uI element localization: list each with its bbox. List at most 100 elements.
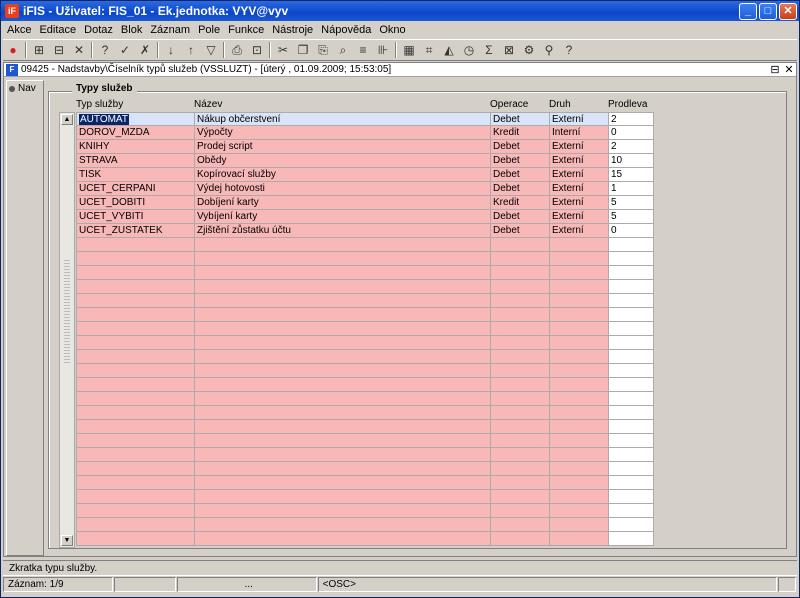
cell-delay[interactable]: 1 xyxy=(608,182,654,196)
cell-delay[interactable] xyxy=(608,308,654,322)
scroll-thumb[interactable] xyxy=(64,260,70,364)
cell-delay[interactable] xyxy=(608,280,654,294)
cell-type[interactable]: UCET_DOBITI xyxy=(76,196,195,210)
cell-operation[interactable]: Debet xyxy=(490,154,550,168)
cell-name[interactable]: Dobíjení karty xyxy=(194,196,491,210)
cell-operation[interactable] xyxy=(490,336,550,350)
help-icon[interactable]: ? xyxy=(559,41,579,59)
scroll-down-icon[interactable]: ▼ xyxy=(61,535,73,546)
nav-tab[interactable]: Nav xyxy=(7,81,43,96)
sort-asc-icon[interactable]: ↓ xyxy=(161,41,181,59)
cell-delay[interactable] xyxy=(608,364,654,378)
cell-type[interactable]: TISK xyxy=(76,168,195,182)
cell-delay[interactable] xyxy=(608,378,654,392)
menu-item-6[interactable]: Funkce xyxy=(224,24,268,36)
cell-kind[interactable] xyxy=(549,504,609,518)
menu-item-8[interactable]: Nápověda xyxy=(317,24,375,36)
cell-name[interactable]: Zjištění zůstatku účtu xyxy=(194,224,491,238)
cell-kind[interactable]: Externí xyxy=(549,154,609,168)
cell-name[interactable] xyxy=(194,336,491,350)
table-row[interactable] xyxy=(76,238,654,252)
cell-kind[interactable] xyxy=(549,448,609,462)
excel-icon[interactable]: ⊠ xyxy=(499,41,519,59)
table-row[interactable] xyxy=(76,308,654,322)
cell-operation[interactable] xyxy=(490,322,550,336)
cell-type[interactable] xyxy=(76,448,195,462)
cell-operation[interactable] xyxy=(490,378,550,392)
cell-delay[interactable] xyxy=(608,336,654,350)
menu-item-4[interactable]: Záznam xyxy=(146,24,194,36)
cell-name[interactable] xyxy=(194,238,491,252)
table-row[interactable] xyxy=(76,406,654,420)
cell-type[interactable]: UCET_VYBITI xyxy=(76,210,195,224)
copy-icon[interactable]: ❐ xyxy=(293,41,313,59)
minimize-button[interactable]: _ xyxy=(739,2,757,20)
cell-delay[interactable]: 2 xyxy=(608,140,654,154)
cell-kind[interactable]: Externí xyxy=(549,168,609,182)
cell-operation[interactable] xyxy=(490,462,550,476)
cell-delay[interactable]: 0 xyxy=(608,126,654,140)
cell-operation[interactable] xyxy=(490,406,550,420)
cell-kind[interactable] xyxy=(549,532,609,546)
cell-delay[interactable] xyxy=(608,518,654,532)
cell-delay[interactable] xyxy=(608,294,654,308)
table-row[interactable] xyxy=(76,294,654,308)
cell-delay[interactable] xyxy=(608,238,654,252)
delete-record-icon[interactable]: ✕ xyxy=(69,41,89,59)
table-row[interactable]: AUTOMAT Nákup občerstvení Debet Externí 2 xyxy=(76,112,654,126)
table-row[interactable] xyxy=(76,252,654,266)
cell-operation[interactable] xyxy=(490,238,550,252)
cell-delay[interactable] xyxy=(608,322,654,336)
cell-type[interactable] xyxy=(76,532,195,546)
cell-delay[interactable]: 0 xyxy=(608,224,654,238)
table-row[interactable] xyxy=(76,392,654,406)
cell-kind[interactable] xyxy=(549,266,609,280)
cell-type[interactable]: UCET_CERPANI xyxy=(76,182,195,196)
cell-name[interactable] xyxy=(194,532,491,546)
cell-operation[interactable]: Debet xyxy=(490,168,550,182)
table-row[interactable] xyxy=(76,448,654,462)
form-close-button[interactable]: ✕ xyxy=(782,63,796,76)
cell-name[interactable] xyxy=(194,420,491,434)
columns-icon[interactable]: ⊪ xyxy=(373,41,393,59)
cell-delay[interactable] xyxy=(608,420,654,434)
cell-name[interactable] xyxy=(194,364,491,378)
table-row[interactable]: TISK Kopírovací služby Debet Externí 15 xyxy=(76,168,654,182)
cell-kind[interactable] xyxy=(549,434,609,448)
cell-type[interactable] xyxy=(76,294,195,308)
table-row[interactable] xyxy=(76,336,654,350)
cell-kind[interactable]: Interní xyxy=(549,126,609,140)
menu-item-9[interactable]: Okno xyxy=(375,24,409,36)
table-row[interactable] xyxy=(76,322,654,336)
cell-operation[interactable] xyxy=(490,434,550,448)
cell-kind[interactable]: Externí xyxy=(549,196,609,210)
save-icon[interactable]: ⊟ xyxy=(49,41,69,59)
table-row[interactable] xyxy=(76,266,654,280)
cell-kind[interactable] xyxy=(549,406,609,420)
cell-name[interactable]: Výdej hotovosti xyxy=(194,182,491,196)
cell-name[interactable] xyxy=(194,434,491,448)
cell-type[interactable]: DOROV_MZDA xyxy=(76,126,195,140)
cell-name[interactable] xyxy=(194,308,491,322)
cell-type[interactable] xyxy=(76,266,195,280)
cell-kind[interactable] xyxy=(549,322,609,336)
cell-delay[interactable] xyxy=(608,490,654,504)
tree-icon[interactable]: ⌗ xyxy=(419,41,439,59)
cell-name[interactable]: Vybíjení karty xyxy=(194,210,491,224)
cell-name[interactable] xyxy=(194,378,491,392)
cell-operation[interactable]: Kredit xyxy=(490,126,550,140)
cell-name[interactable] xyxy=(194,504,491,518)
users-icon[interactable]: ⚲ xyxy=(539,41,559,59)
cell-operation[interactable] xyxy=(490,476,550,490)
table-row[interactable]: UCET_ZUSTATEK Zjištění zůstatku účtu Debet… xyxy=(76,224,654,238)
cell-type[interactable]: AUTOMAT xyxy=(76,112,195,126)
cell-kind[interactable]: Externí xyxy=(549,224,609,238)
cell-type[interactable] xyxy=(76,322,195,336)
menu-item-7[interactable]: Nástroje xyxy=(268,24,317,36)
cell-name[interactable] xyxy=(194,252,491,266)
cell-type[interactable] xyxy=(76,350,195,364)
menu-item-3[interactable]: Blok xyxy=(117,24,146,36)
cell-delay[interactable] xyxy=(608,532,654,546)
menu-item-2[interactable]: Dotaz xyxy=(80,24,117,36)
table-row[interactable] xyxy=(76,532,654,546)
